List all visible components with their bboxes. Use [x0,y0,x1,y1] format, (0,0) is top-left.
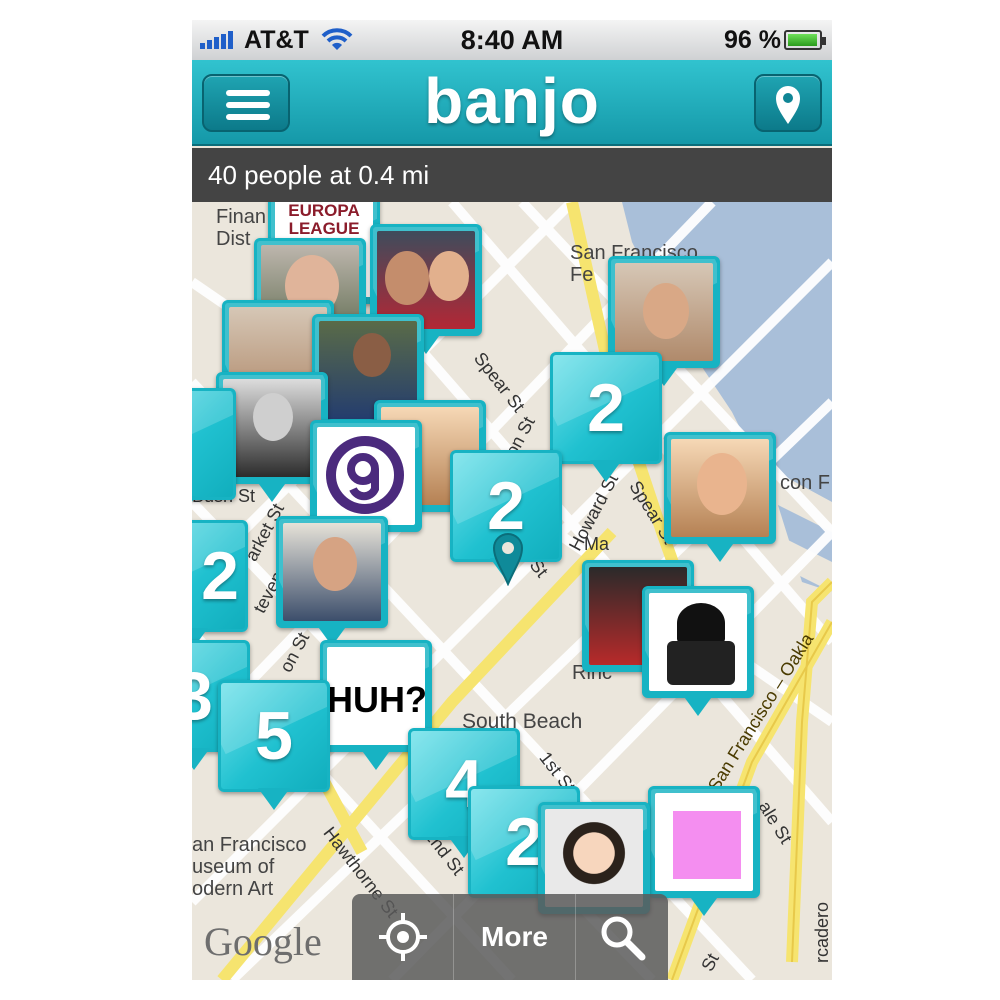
g-logo-icon [326,436,404,514]
photo-thumbnail [615,263,713,361]
street-label-ma: Ma [584,534,610,554]
map-label-con-f: con F [780,472,831,494]
map-view[interactable]: Finan Dist San Francisco Fe con F South … [192,202,832,980]
battery-percent: 96 % [724,26,781,54]
banjo-logo: banjo [424,65,600,137]
photo-thumbnail [671,439,769,537]
photo-thumbnail [649,593,747,691]
europa-league-text: EUROPA LEAGUE [288,202,360,238]
photo-thumbnail [655,793,753,891]
location-button[interactable] [754,74,822,132]
street-embarcadero: rcadero [812,901,832,964]
phone-screen: AT&T 8:40 AM 96 % banjo 40 people at 0.4… [192,20,832,980]
bottom-toolbar: More [352,894,668,980]
photo-thumbnail [545,809,643,907]
battery-icon [784,30,826,50]
map-pin-icon [776,86,800,124]
cluster-count: 2 [587,370,625,446]
photo-thumbnail [223,379,321,477]
search-icon [601,916,646,961]
locate-me-button[interactable] [352,894,454,980]
photo-thumbnail [283,523,381,621]
more-button[interactable]: More [454,894,576,980]
cluster-count: 5 [255,698,293,774]
nav-bar: banjo [192,60,832,146]
current-location-pin-icon [492,533,524,586]
google-attribution: Google [204,919,322,964]
map-label-sf-moma: an Francisco useum of odern Art [192,834,307,900]
crosshair-icon [378,913,427,961]
photo-thumbnail [317,427,415,525]
status-bar: AT&T 8:40 AM 96 % [192,20,832,60]
info-bar: 40 people at 0.4 mi [192,148,832,202]
search-button[interactable] [576,894,668,980]
cluster-count: 2 [201,538,239,614]
huh-text: HUH? [327,679,425,720]
